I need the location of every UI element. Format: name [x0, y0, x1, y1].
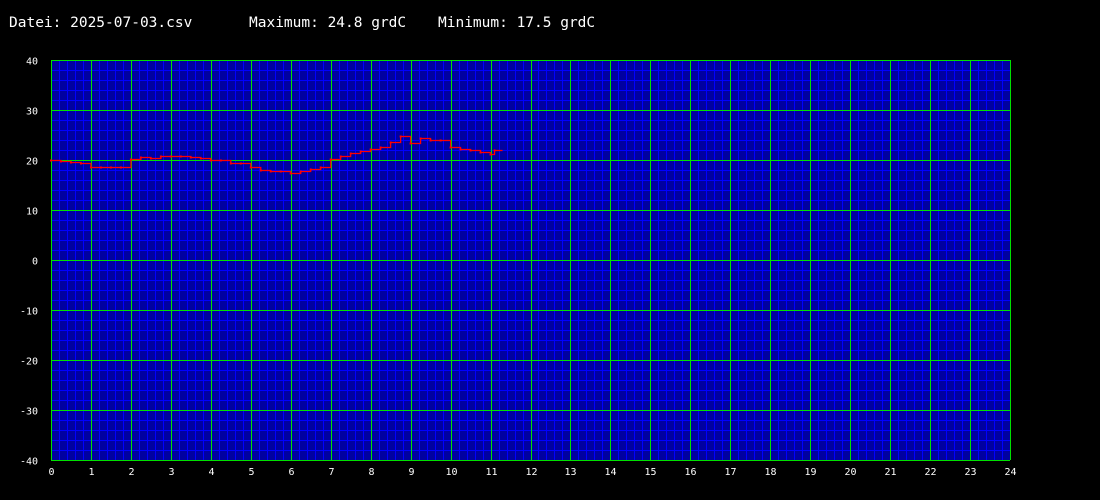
temperature-point — [99, 166, 102, 169]
x-tick-label: 7 — [328, 467, 334, 478]
temperature-point — [69, 161, 72, 164]
temperature-point — [389, 141, 392, 144]
temperature-chart: -40-30-20-10010203040 0 1 2 3 4 5 6 7 8 9 10 11 12 13… — [20, 57, 1017, 479]
x-tick-label: 10 — [445, 467, 457, 478]
temperature-point — [379, 146, 382, 149]
temperature-point — [279, 170, 282, 173]
temperature-point — [399, 135, 402, 138]
x-tick-label: 17 — [724, 467, 736, 478]
x-tick-label: 4 — [208, 467, 214, 478]
temperature-point — [459, 148, 462, 151]
temperature-point — [429, 139, 432, 142]
temperature-point — [369, 148, 372, 151]
y-tick-label: 0 — [32, 257, 38, 268]
y-tick-label: -30 — [20, 407, 38, 418]
temperature-point — [169, 155, 172, 158]
temperature-point — [419, 137, 422, 140]
temperature-point — [59, 160, 62, 163]
temperature-point — [409, 142, 412, 145]
temperature-point — [209, 159, 212, 162]
temperature-point — [489, 153, 492, 156]
y-tick-label: 20 — [26, 157, 38, 168]
x-tick-label: 20 — [844, 467, 856, 478]
x-tick-label: 8 — [368, 467, 374, 478]
temperature-point — [439, 139, 442, 142]
temperature-point — [259, 169, 262, 172]
x-tick-label: 19 — [804, 467, 816, 478]
x-tick-label: 24 — [1004, 467, 1016, 478]
temperature-point — [189, 156, 192, 159]
temperature-point — [79, 162, 82, 165]
temperature-point — [219, 159, 222, 162]
temperature-point — [479, 151, 482, 154]
x-axis-ticks: 0 1 2 3 4 5 6 7 8 9 10 11 12 13 14 15 16 17 18 19 20 21 22 23 24 — [48, 467, 1016, 478]
temperature-point — [229, 162, 232, 165]
x-tick-label: 15 — [644, 467, 656, 478]
temperature-point — [493, 149, 496, 152]
y-tick-label: 30 — [26, 107, 38, 118]
temperature-point — [149, 157, 152, 160]
temperature-point — [239, 162, 242, 165]
x-tick-label: 9 — [408, 467, 414, 478]
temperature-point — [50, 159, 52, 162]
x-tick-label: 3 — [168, 467, 174, 478]
temperature-point — [89, 166, 92, 169]
x-tick-label: 22 — [924, 467, 936, 478]
x-tick-label: 21 — [884, 467, 896, 478]
temperature-point — [339, 155, 342, 158]
temperature-point — [359, 150, 362, 153]
y-axis-ticks: -40 -30 -20 -10 0 10 20 30 40 — [20, 57, 38, 468]
temperature-point — [329, 158, 332, 161]
y-tick-label: 10 — [26, 207, 38, 218]
temperature-point — [449, 146, 452, 149]
temperature-point — [109, 166, 112, 169]
temperature-point — [299, 170, 302, 173]
temperature-point — [119, 166, 122, 169]
x-tick-label: 23 — [964, 467, 976, 478]
temperature-point — [179, 155, 182, 158]
x-tick-label: 12 — [525, 467, 537, 478]
temperature-point — [289, 172, 292, 175]
x-tick-label: 2 — [128, 467, 134, 478]
x-tick-label: 5 — [248, 467, 254, 478]
temperature-point — [309, 168, 312, 171]
x-tick-label: 16 — [684, 467, 696, 478]
y-tick-label: -40 — [20, 457, 38, 468]
temperature-point — [319, 166, 322, 169]
x-tick-label: 6 — [288, 467, 294, 478]
x-tick-label: 1 — [88, 467, 94, 478]
x-tick-label: 18 — [764, 467, 776, 478]
temperature-point — [269, 170, 272, 173]
x-tick-label: 14 — [604, 467, 616, 478]
x-tick-label: 13 — [564, 467, 576, 478]
x-tick-label: 11 — [485, 467, 497, 478]
temperature-point — [129, 158, 132, 161]
x-tick-label: 0 — [48, 467, 54, 478]
y-tick-label: -20 — [20, 357, 38, 368]
temperature-point — [199, 157, 202, 160]
temperature-point — [349, 152, 352, 155]
temperature-point — [469, 149, 472, 152]
y-tick-label: -10 — [20, 307, 38, 318]
y-tick-label: 40 — [26, 57, 38, 68]
temperature-point — [139, 156, 142, 159]
temperature-point — [249, 166, 252, 169]
temperature-point — [159, 155, 162, 158]
